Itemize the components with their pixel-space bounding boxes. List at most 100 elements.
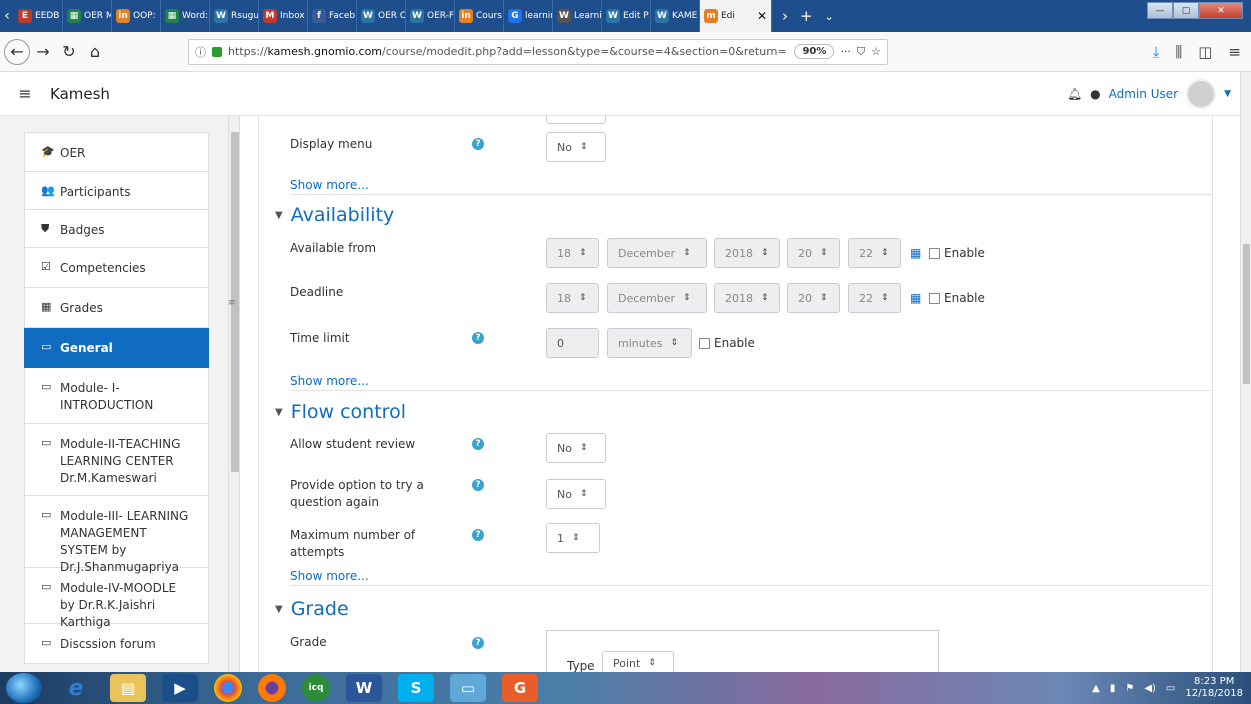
- chat-icon[interactable]: ●: [1090, 87, 1100, 101]
- url-text[interactable]: https://kamesh.gnomio.com/course/modedit…: [228, 45, 788, 58]
- available-from-hour[interactable]: 20 ⇕: [787, 238, 840, 268]
- try-again-select[interactable]: No ⇕: [546, 479, 606, 509]
- deadline-hour[interactable]: 20 ⇕: [787, 283, 840, 313]
- avatar[interactable]: [1186, 78, 1217, 109]
- pdf-app-icon[interactable]: G: [502, 674, 538, 702]
- drawer-item[interactable]: ☑ Competencies: [24, 248, 209, 288]
- help-icon[interactable]: ?: [472, 332, 484, 344]
- clock[interactable]: 8:23 PM 12/18/2018: [1185, 676, 1243, 700]
- drawer-item[interactable]: ▭ Module-II-TEACHING LEARNING CENTER Dr.M…: [24, 424, 209, 496]
- deadline-day[interactable]: 18 ⇕: [546, 283, 599, 313]
- deadline-year[interactable]: 2018 ⇕: [714, 283, 780, 313]
- tab-list-icon[interactable]: ⌄: [825, 10, 834, 23]
- show-more-link[interactable]: Show more...: [290, 374, 369, 388]
- browser-tab[interactable]: W Edit P: [602, 0, 651, 32]
- browser-tab[interactable]: W OER C: [357, 0, 406, 32]
- tab-active[interactable]: m Edi ✕: [700, 0, 772, 32]
- action-center-icon[interactable]: ⚑: [1125, 683, 1134, 694]
- reload-icon[interactable]: ↻: [56, 39, 82, 65]
- display-menu-select[interactable]: No ⇕: [546, 132, 606, 162]
- previous-select[interactable]: [546, 116, 606, 124]
- available-from-minute[interactable]: 22 ⇕: [848, 238, 901, 268]
- available-from-day[interactable]: 18 ⇕: [546, 238, 599, 268]
- show-more-link[interactable]: Show more...: [290, 569, 369, 583]
- download-icon[interactable]: ⤓: [1153, 43, 1160, 61]
- section-grade[interactable]: ▼ Grade: [275, 598, 349, 620]
- browser-tab[interactable]: W Rsugu: [210, 0, 259, 32]
- start-button[interactable]: [6, 673, 42, 703]
- browser-tab[interactable]: ▦ Word:: [161, 0, 210, 32]
- library-icon[interactable]: ⫼: [1175, 43, 1182, 61]
- bell-icon[interactable]: 🔔︎: [1067, 87, 1082, 101]
- time-limit-enable[interactable]: Enable: [699, 336, 755, 350]
- browser-tab[interactable]: ▦ OER M: [63, 0, 112, 32]
- drawer-item[interactable]: ▭ Module-IV-MOODLE by Dr.R.K.Jaishri Kart…: [24, 568, 209, 629]
- photo-viewer-icon[interactable]: ▭: [450, 674, 486, 702]
- forward-icon[interactable]: →: [30, 39, 56, 65]
- available-from-enable[interactable]: Enable: [929, 246, 985, 260]
- show-more-link[interactable]: Show more...: [290, 178, 369, 192]
- chrome-icon[interactable]: [214, 674, 242, 702]
- drawer-item[interactable]: 👥 Participants: [24, 172, 209, 210]
- browser-tab[interactable]: in OOP:: [112, 0, 161, 32]
- max-attempts-select[interactable]: 1 ⇕: [546, 523, 600, 553]
- collapse-icon[interactable]: ▼: [275, 210, 283, 221]
- browser-tab[interactable]: W Learni: [553, 0, 602, 32]
- user-name[interactable]: Admin User: [1109, 87, 1178, 101]
- volume-icon[interactable]: ◀): [1144, 683, 1156, 694]
- display-icon[interactable]: ▭: [1166, 683, 1175, 694]
- deadline-month[interactable]: December ⇕: [607, 283, 707, 313]
- firefox-icon[interactable]: [258, 674, 286, 702]
- site-name[interactable]: Kamesh: [50, 85, 110, 103]
- grade-type-select[interactable]: Point ⇕: [602, 651, 674, 672]
- media-player-icon[interactable]: ▶: [162, 674, 198, 702]
- time-limit-unit-select[interactable]: minutes ⇕: [607, 328, 692, 358]
- deadline-enable[interactable]: Enable: [929, 291, 985, 305]
- close-window-icon[interactable]: ✕: [1199, 2, 1243, 19]
- drawer-scrollbar[interactable]: [228, 116, 239, 672]
- browser-tab[interactable]: M Inbox: [259, 0, 308, 32]
- available-from-month[interactable]: December ⇕: [607, 238, 707, 268]
- info-icon[interactable]: ⓘ: [195, 44, 206, 60]
- chevron-down-icon[interactable]: ▼: [1224, 89, 1231, 99]
- maximize-icon[interactable]: ▢: [1173, 2, 1199, 19]
- internet-explorer-icon[interactable]: e: [58, 674, 94, 702]
- url-bar[interactable]: ⓘ https://kamesh.gnomio.com/course/moded…: [188, 38, 888, 65]
- collapse-icon[interactable]: ▼: [275, 604, 283, 615]
- drawer-item[interactable]: ▭ Module-III- LEARNING MANAGEMENT SYSTEM …: [24, 496, 209, 574]
- calendar-icon[interactable]: ▦: [910, 246, 921, 260]
- icq-icon[interactable]: icq: [302, 674, 330, 702]
- page-actions-icon[interactable]: ···: [840, 45, 851, 58]
- drawer-item[interactable]: ▭ Module- I-INTRODUCTION: [24, 368, 209, 424]
- drawer-item[interactable]: ⛊ Badges: [24, 210, 209, 248]
- zoom-level[interactable]: 90%: [794, 44, 835, 59]
- bookmark-star-icon[interactable]: ☆: [871, 45, 881, 58]
- help-icon[interactable]: ?: [472, 479, 484, 491]
- back-icon[interactable]: ←: [4, 38, 30, 65]
- help-icon[interactable]: ?: [472, 529, 484, 541]
- browser-tab[interactable]: in Cours: [455, 0, 504, 32]
- new-tab-icon[interactable]: +: [800, 7, 813, 25]
- user-menu[interactable]: 🔔︎ ● Admin User ▼: [1067, 78, 1251, 109]
- drawer-resize-handle-icon[interactable]: ≡: [228, 298, 236, 308]
- pocket-icon[interactable]: ⛉: [857, 45, 865, 59]
- allow-review-select[interactable]: No ⇕: [546, 433, 606, 463]
- calendar-icon[interactable]: ▦: [910, 291, 921, 305]
- browser-tab[interactable]: f Faceb: [308, 0, 357, 32]
- browser-tab[interactable]: E EEDB: [14, 0, 63, 32]
- drawer-item[interactable]: ▭ General: [24, 328, 209, 368]
- help-icon[interactable]: ?: [472, 138, 484, 150]
- browser-tab[interactable]: W KAME: [651, 0, 700, 32]
- help-icon[interactable]: ?: [472, 637, 484, 649]
- available-from-year[interactable]: 2018 ⇕: [714, 238, 780, 268]
- word-icon[interactable]: W: [346, 674, 382, 702]
- browser-tab[interactable]: W OER-F: [406, 0, 455, 32]
- deadline-minute[interactable]: 22 ⇕: [848, 283, 901, 313]
- browser-tab[interactable]: Glearnin: [504, 0, 553, 32]
- close-tab-icon[interactable]: ✕: [757, 9, 767, 23]
- time-limit-input[interactable]: 0: [546, 328, 599, 358]
- collapse-icon[interactable]: ▼: [275, 407, 283, 418]
- page-scrollbar[interactable]: [1240, 72, 1251, 672]
- menu-icon[interactable]: ≡: [1228, 43, 1241, 61]
- skype-icon[interactable]: S: [398, 674, 434, 702]
